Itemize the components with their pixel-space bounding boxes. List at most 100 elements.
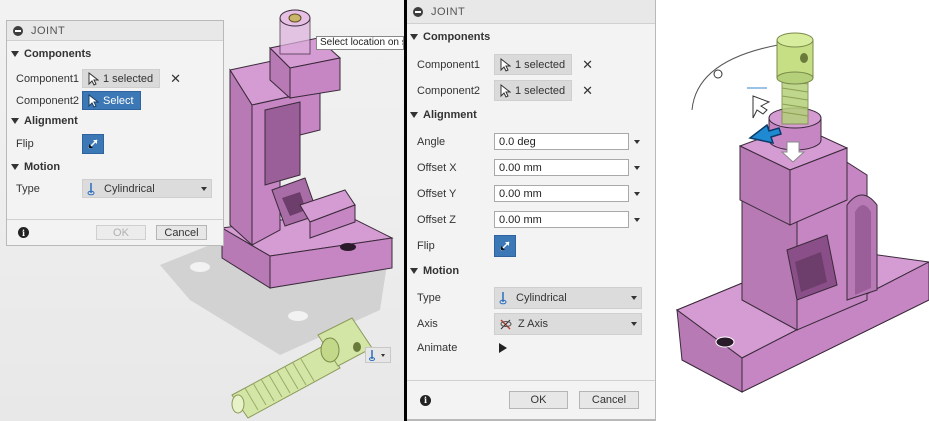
component1-value: 1 selected <box>515 58 566 71</box>
animate-row: Animate <box>417 342 507 354</box>
section-label: Components <box>24 48 92 60</box>
minus-icon[interactable] <box>413 6 423 17</box>
offset-y-input[interactable]: 0.00 mm <box>494 185 629 202</box>
dropdown-arrow-icon[interactable] <box>634 191 640 196</box>
component1-value: 1 selected <box>103 72 154 85</box>
motion-section-header[interactable]: Motion <box>410 265 459 277</box>
joint-dialog-left: JOINT Components Component1 1 selected ✕… <box>6 20 224 246</box>
type-label: Type <box>417 292 441 304</box>
info-icon[interactable]: i <box>18 227 29 238</box>
alignment-section-header[interactable]: Alignment <box>11 115 78 127</box>
shadow-hole <box>190 262 210 272</box>
components-section-header[interactable]: Components <box>410 31 490 43</box>
collapse-triangle-icon <box>11 51 19 57</box>
offset-z-input[interactable]: 0.00 mm <box>494 211 629 228</box>
angle-input[interactable]: 0.0 deg <box>494 133 629 150</box>
collapse-triangle-icon <box>11 118 19 124</box>
axis-dropdown[interactable]: Z Axis <box>494 313 642 335</box>
flip-icon <box>500 241 510 251</box>
type-dropdown[interactable]: Cylindrical <box>494 287 642 309</box>
close-icon[interactable]: ✕ <box>582 57 593 73</box>
section-label: Components <box>423 31 491 43</box>
components-section-header[interactable]: Components <box>11 48 91 60</box>
flip-direction-arrow <box>752 95 771 119</box>
component1-row: Component1 1 selected ✕ <box>16 69 181 88</box>
axis-label: Axis <box>417 318 438 330</box>
component2-select-button[interactable]: 1 selected <box>494 80 573 101</box>
type-label: Type <box>16 182 40 195</box>
component1-select-button[interactable]: 1 selected <box>82 69 161 88</box>
animate-label: Animate <box>417 342 458 354</box>
selection-tooltip: Select location on se <box>316 36 404 50</box>
close-icon[interactable]: ✕ <box>170 71 181 87</box>
flip-button[interactable] <box>82 134 104 154</box>
cursor-icon <box>500 83 511 98</box>
offset-z-label: Offset Z <box>417 213 456 226</box>
section-label: Alignment <box>24 115 78 127</box>
cursor-icon <box>500 57 511 72</box>
cursor-icon <box>88 71 99 86</box>
flip-row: Flip <box>417 235 516 257</box>
flip-label: Flip <box>16 138 34 150</box>
flip-icon <box>88 139 98 149</box>
dialog-title-bar[interactable]: JOINT <box>407 0 655 24</box>
dropdown-arrow-icon <box>631 322 637 326</box>
collapse-triangle-icon <box>410 268 418 274</box>
type-value: Cylindrical <box>104 182 155 195</box>
alignment-section-header[interactable]: Alignment <box>410 109 477 121</box>
info-icon[interactable]: i <box>420 394 431 406</box>
right-viewport[interactable]: JOINT Components Component1 1 selected ✕… <box>407 0 929 421</box>
component1-label: Component1 <box>16 72 79 85</box>
ok-button[interactable]: OK <box>509 391 568 409</box>
flip-button[interactable] <box>494 235 516 257</box>
axis-value: Z Axis <box>518 318 548 330</box>
type-row: Type Cylindrical <box>16 179 212 198</box>
dropdown-arrow-icon[interactable] <box>634 217 640 222</box>
collapse-triangle-icon <box>410 34 418 40</box>
component2-select-button[interactable]: Select <box>82 91 141 110</box>
component1-label: Component1 <box>417 58 480 71</box>
type-value: Cylindrical <box>516 292 567 304</box>
dialog-title-bar[interactable]: JOINT <box>7 21 223 41</box>
flip-label: Flip <box>417 240 435 252</box>
type-row: Type Cylindrical <box>417 287 642 309</box>
angle-row: Angle 0.0 deg <box>417 133 640 150</box>
dialog-footer: i OK Cancel <box>407 380 655 420</box>
dropdown-arrow-icon[interactable] <box>634 139 640 144</box>
dropdown-arrow-icon <box>631 296 637 300</box>
section-label: Alignment <box>423 109 477 121</box>
component1-row: Component1 1 selected ✕ <box>417 54 593 75</box>
cancel-button[interactable]: Cancel <box>156 225 207 240</box>
collapse-triangle-icon <box>11 164 19 170</box>
dialog-title: JOINT <box>31 24 66 37</box>
left-viewport[interactable]: Select location on se JOINT Components C… <box>0 0 404 421</box>
minus-icon[interactable] <box>13 25 23 36</box>
dialog-title: JOINT <box>431 5 466 18</box>
type-dropdown[interactable]: Cylindrical <box>82 179 212 198</box>
flip-row: Flip <box>16 134 104 154</box>
component2-value: Select <box>103 94 134 107</box>
component2-row: Component2 1 selected ✕ <box>417 80 593 101</box>
z-axis-icon <box>500 319 512 330</box>
component1-select-button[interactable]: 1 selected <box>494 54 573 75</box>
offset-x-label: Offset X <box>417 161 457 174</box>
component2-label: Component2 <box>417 84 480 97</box>
play-icon[interactable] <box>499 343 507 353</box>
cylindrical-joint-icon <box>87 182 95 195</box>
cancel-button[interactable]: Cancel <box>579 391 639 409</box>
ok-button[interactable]: OK <box>96 225 146 240</box>
offset-y-label: Offset Y <box>417 187 457 200</box>
dropdown-arrow-icon <box>201 186 207 191</box>
close-icon[interactable]: ✕ <box>582 83 593 99</box>
collapse-triangle-icon <box>410 112 418 118</box>
joint-motion-glyph[interactable] <box>365 347 391 363</box>
offset-z-row: Offset Z 0.00 mm <box>417 211 640 228</box>
dialog-footer: i OK Cancel <box>7 219 223 245</box>
component2-row: Component2 Select <box>16 91 141 110</box>
dropdown-arrow-icon[interactable] <box>634 165 640 170</box>
offset-x-row: Offset X 0.00 mm <box>417 159 640 176</box>
cylindrical-joint-icon <box>499 292 507 305</box>
section-label: Motion <box>423 265 460 277</box>
motion-section-header[interactable]: Motion <box>11 161 60 173</box>
offset-x-input[interactable]: 0.00 mm <box>494 159 629 176</box>
